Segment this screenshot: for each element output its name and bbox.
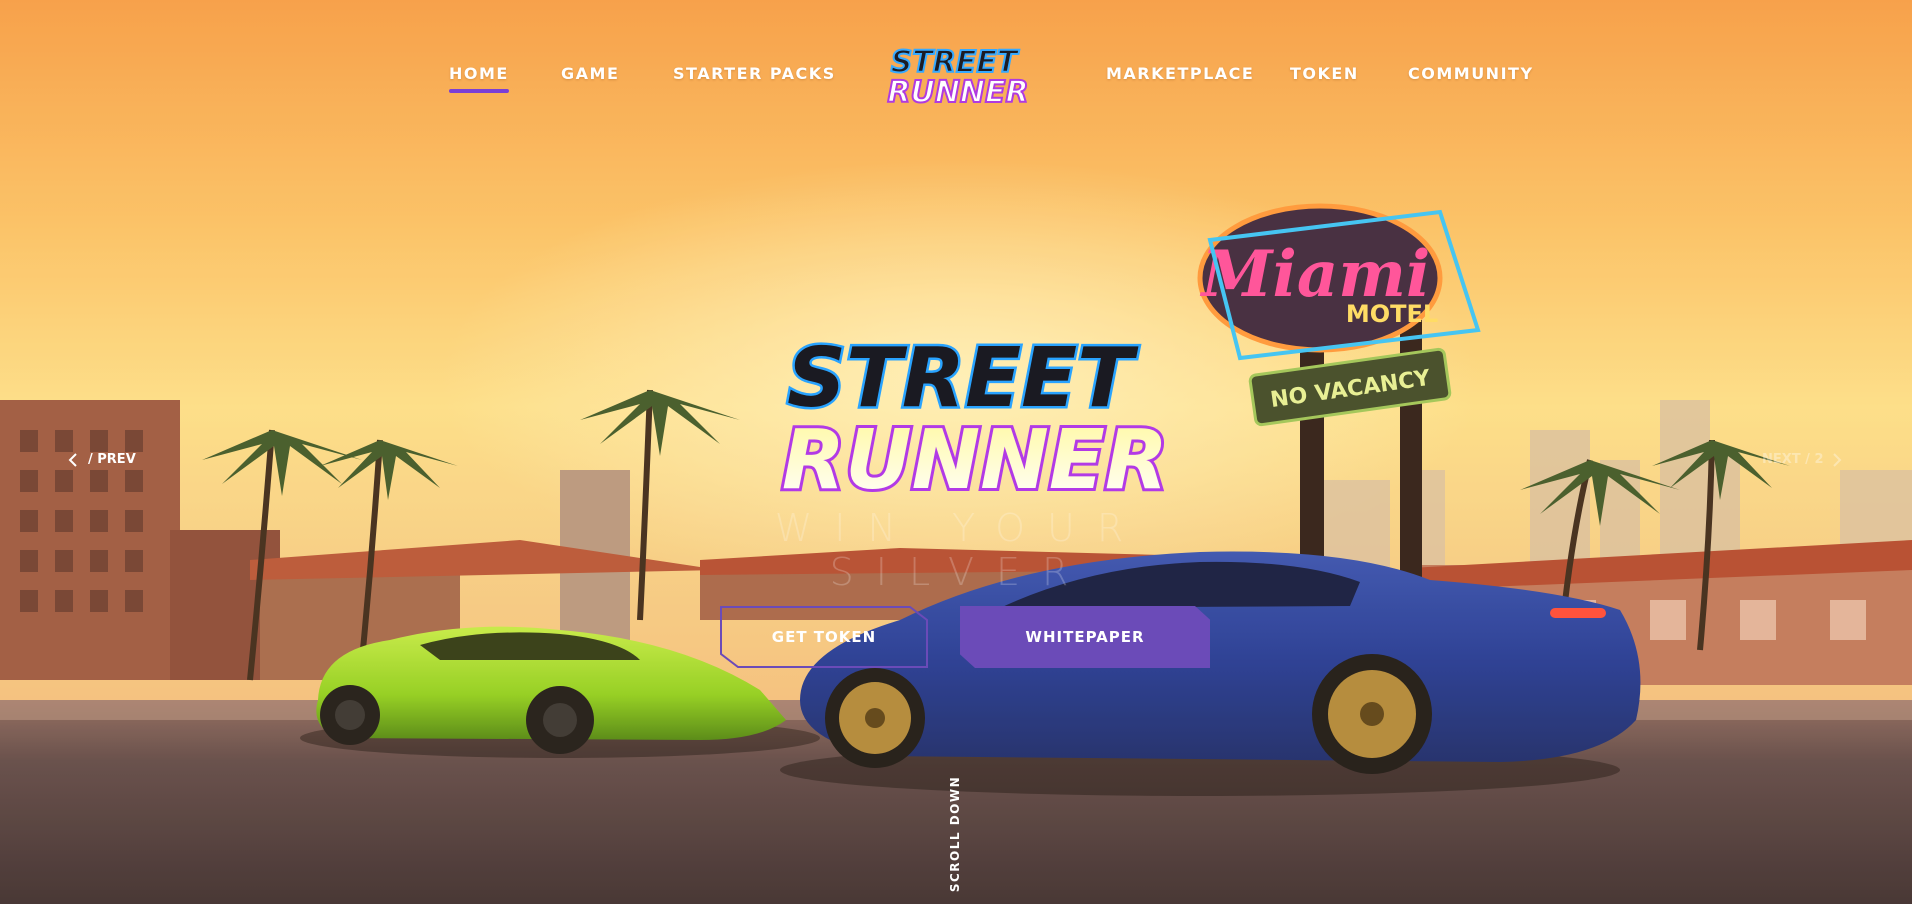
nav-community[interactable]: COMMUNITY xyxy=(1408,64,1534,83)
svg-text:STREET: STREET xyxy=(787,331,1139,426)
slider-next[interactable]: NEXT / 2 xyxy=(1762,452,1842,467)
chevron-right-icon xyxy=(1832,452,1841,467)
slider-prev-label: / PREV xyxy=(88,452,136,467)
hero-tagline: WIN YOUR SILVER xyxy=(774,506,1146,594)
slider-next-label: NEXT / 2 xyxy=(1762,452,1824,467)
scroll-down-link[interactable]: SCROLL DOWN xyxy=(946,776,964,892)
get-token-button[interactable]: GET TOKEN xyxy=(720,606,928,668)
nav-token[interactable]: TOKEN xyxy=(1290,64,1359,83)
svg-text:RUNNER: RUNNER xyxy=(782,413,1168,508)
scroll-down-label: SCROLL DOWN xyxy=(948,775,962,893)
svg-text:RUNNER: RUNNER xyxy=(887,75,1028,110)
street-runner-hero-logo: STREET RUNNER xyxy=(779,329,1171,509)
street-runner-nav-logo[interactable]: STREET RUNNER xyxy=(868,40,1040,110)
whitepaper-button[interactable]: WHITEPAPER xyxy=(960,606,1210,668)
hero-section: Miami MOTEL NO VACANCY HOME GAME STARTER… xyxy=(0,0,1912,904)
chevron-left-icon xyxy=(68,452,77,467)
slider-prev[interactable]: / PREV xyxy=(68,452,136,467)
nav-marketplace[interactable]: MARKETPLACE xyxy=(1106,64,1254,83)
nav-game[interactable]: GAME xyxy=(561,64,619,83)
nav-home[interactable]: HOME xyxy=(449,64,509,93)
whitepaper-label: WHITEPAPER xyxy=(1025,628,1145,646)
get-token-label: GET TOKEN xyxy=(771,628,877,646)
main-navigation: HOME GAME STARTER PACKS STREET RUNNER MA… xyxy=(0,0,1912,150)
nav-starter-packs[interactable]: STARTER PACKS xyxy=(673,64,836,83)
